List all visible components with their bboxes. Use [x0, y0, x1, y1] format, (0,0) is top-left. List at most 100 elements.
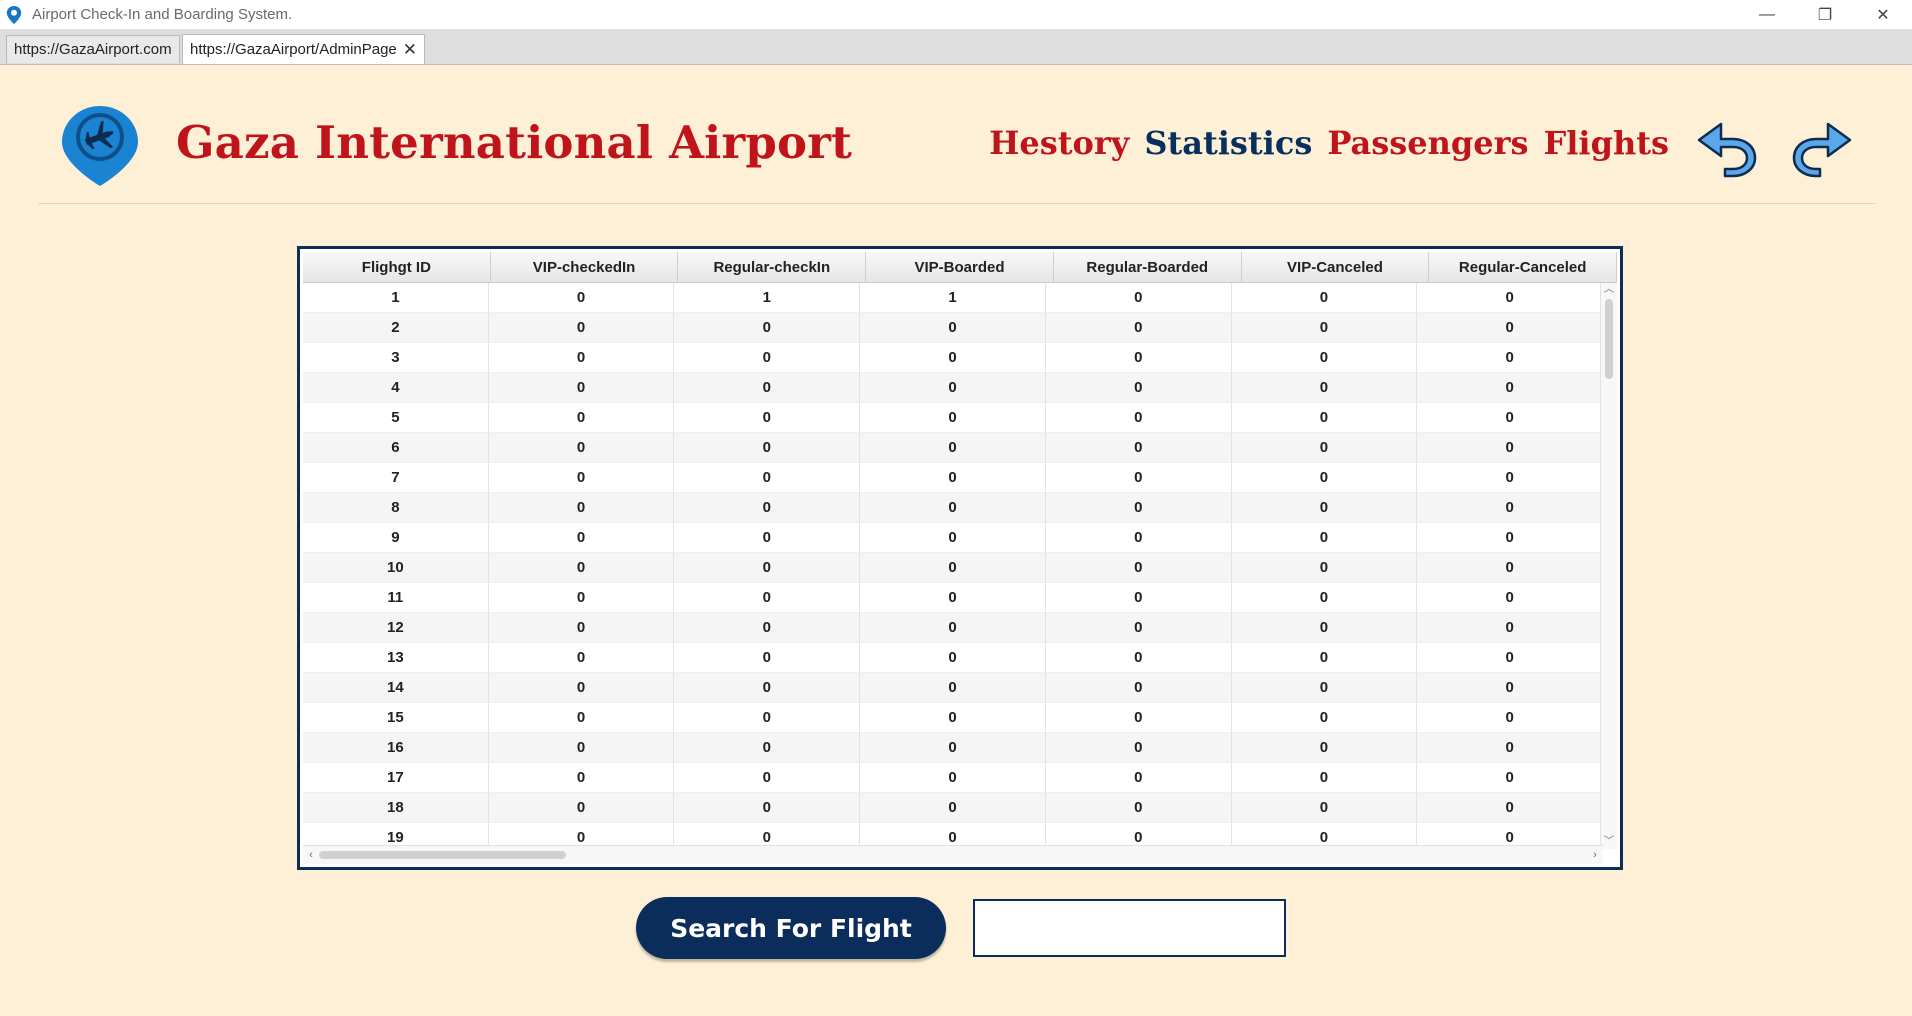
table-row[interactable]: 16 0 0 0 0 0 0: [303, 733, 1603, 763]
table-cell: 0: [860, 523, 1046, 553]
column-header[interactable]: VIP-checkedIn: [491, 252, 679, 282]
window-controls: — ❐ ✕: [1738, 0, 1912, 29]
table-cell: 15: [303, 703, 489, 733]
table-header: Flighgt ID VIP-checkedIn Regular-checkIn VI…: [303, 252, 1618, 283]
table-cell: 0: [860, 793, 1046, 823]
table-cell: 0: [674, 313, 861, 343]
table-cell: 1: [860, 283, 1046, 313]
table-cell: 0: [674, 553, 861, 583]
restore-button[interactable]: ❐: [1796, 0, 1854, 29]
table-cell: 0: [860, 733, 1046, 763]
table-cell: 1: [674, 283, 861, 313]
table-cell: 0: [1045, 733, 1232, 763]
table-cell: 0: [1417, 523, 1603, 553]
table-row[interactable]: 3000000: [303, 343, 1603, 373]
tab-home[interactable]: https://GazaAirport.com: [6, 35, 180, 63]
table-row[interactable]: 18 0 0 0 0 0 0: [303, 793, 1603, 823]
tab-label: https://GazaAirport/AdminPage: [190, 41, 397, 58]
column-header[interactable]: VIP-Canceled: [1242, 252, 1430, 282]
table-cell: 0: [1045, 763, 1232, 793]
table-cell: 0: [488, 733, 675, 763]
nav-statistics[interactable]: Statistics: [1144, 124, 1312, 162]
table-cell: 0: [1417, 463, 1603, 493]
table-cell: 0: [1417, 643, 1603, 673]
table-cell: 0: [860, 313, 1046, 343]
close-window-button[interactable]: ✕: [1854, 0, 1912, 29]
table-row[interactable]: 6000000: [303, 433, 1603, 463]
scroll-down-icon[interactable]: ﹀: [1601, 835, 1617, 849]
tab-label: https://GazaAirport.com: [14, 41, 172, 58]
minimize-button[interactable]: —: [1738, 0, 1796, 29]
horizontal-scrollbar[interactable]: ‹ ›: [303, 845, 1603, 864]
table-cell: 0: [1417, 673, 1603, 703]
table-row[interactable]: 17 0 0 0 0 0 0: [303, 763, 1603, 793]
table-row[interactable]: 13 0 0 0 0 0 0: [303, 643, 1603, 673]
table-cell: 0: [1231, 613, 1418, 643]
table-cell: 12: [303, 613, 489, 643]
nav-passengers[interactable]: Passengers: [1327, 124, 1528, 162]
table-row[interactable]: 2000000: [303, 313, 1603, 343]
horizontal-scroll-thumb[interactable]: [319, 851, 566, 859]
table-cell: 0: [488, 343, 675, 373]
search-flight-button[interactable]: Search For Flight: [636, 897, 946, 959]
table-cell: 0: [1231, 523, 1418, 553]
flight-search-input[interactable]: [973, 899, 1286, 957]
table-cell: 0: [1231, 763, 1418, 793]
table-cell: 0: [674, 763, 861, 793]
table-cell: 0: [1231, 643, 1418, 673]
table-row[interactable]: 1011000: [303, 283, 1603, 313]
table-cell: 0: [1417, 283, 1603, 313]
table-cell: 0: [1417, 343, 1603, 373]
table-row[interactable]: 15 0 0 0 0 0 0: [303, 703, 1603, 733]
table-row[interactable]: 9000000: [303, 523, 1603, 553]
vertical-scroll-thumb[interactable]: [1605, 299, 1613, 379]
undo-arrow-icon[interactable]: [1695, 120, 1759, 178]
airplane-location-pin-icon: [62, 106, 138, 186]
table-row[interactable]: 12 0 0 0 0 0 0: [303, 613, 1603, 643]
table-cell: 0: [1417, 313, 1603, 343]
column-header[interactable]: Regular-checkIn: [678, 252, 867, 282]
tab-close-icon[interactable]: ✕: [403, 41, 417, 58]
table-cell: 0: [1231, 553, 1418, 583]
table-cell: 9: [303, 523, 489, 553]
table-row[interactable]: 14 0 0 0 0 0 0: [303, 673, 1603, 703]
table-cell: 0: [674, 793, 861, 823]
table-row[interactable]: 5000000: [303, 403, 1603, 433]
table-row[interactable]: 4000000: [303, 373, 1603, 403]
table-cell: 16: [303, 733, 489, 763]
scroll-right-icon[interactable]: ›: [1587, 846, 1603, 864]
vertical-scrollbar[interactable]: ︿ ﹀: [1600, 283, 1617, 849]
column-header[interactable]: VIP-Boarded: [866, 252, 1054, 282]
table-cell: 2: [303, 313, 489, 343]
column-header[interactable]: Flighgt ID: [303, 252, 491, 282]
scroll-up-icon[interactable]: ︿: [1601, 283, 1617, 297]
table-cell: 0: [860, 463, 1046, 493]
column-header[interactable]: Regular-Canceled: [1429, 252, 1618, 282]
table-cell: 0: [674, 523, 861, 553]
table-cell: 0: [1231, 403, 1418, 433]
table-row[interactable]: 11 0 0 0 0 0 0: [303, 583, 1603, 613]
table-cell: 0: [488, 403, 675, 433]
table-cell: 0: [674, 613, 861, 643]
table-row[interactable]: 7000000: [303, 463, 1603, 493]
table-body[interactable]: 1011000200000030000004000000500000060000…: [303, 283, 1603, 849]
table-cell: 0: [488, 613, 675, 643]
tab-admin-page[interactable]: https://GazaAirport/AdminPage ✕: [182, 34, 425, 64]
nav-history[interactable]: Hestory: [989, 124, 1129, 162]
redo-arrow-icon[interactable]: [1790, 120, 1854, 178]
table-cell: 0: [860, 703, 1046, 733]
table-cell: 0: [1231, 733, 1418, 763]
table-cell: 5: [303, 403, 489, 433]
column-header[interactable]: Regular-Boarded: [1054, 252, 1242, 282]
table-cell: 0: [1417, 403, 1603, 433]
scroll-left-icon[interactable]: ‹: [303, 846, 319, 864]
table-row[interactable]: 8000000: [303, 493, 1603, 523]
table-cell: 0: [1045, 793, 1232, 823]
table-cell: 0: [1045, 553, 1232, 583]
nav-flights[interactable]: Flights: [1544, 124, 1669, 162]
site-title: Gaza International Airport: [176, 116, 853, 169]
table-cell: 0: [1045, 403, 1232, 433]
table-row[interactable]: 10 0 0 0 0 0 0: [303, 553, 1603, 583]
table-cell: 0: [1417, 493, 1603, 523]
table-cell: 0: [674, 343, 861, 373]
